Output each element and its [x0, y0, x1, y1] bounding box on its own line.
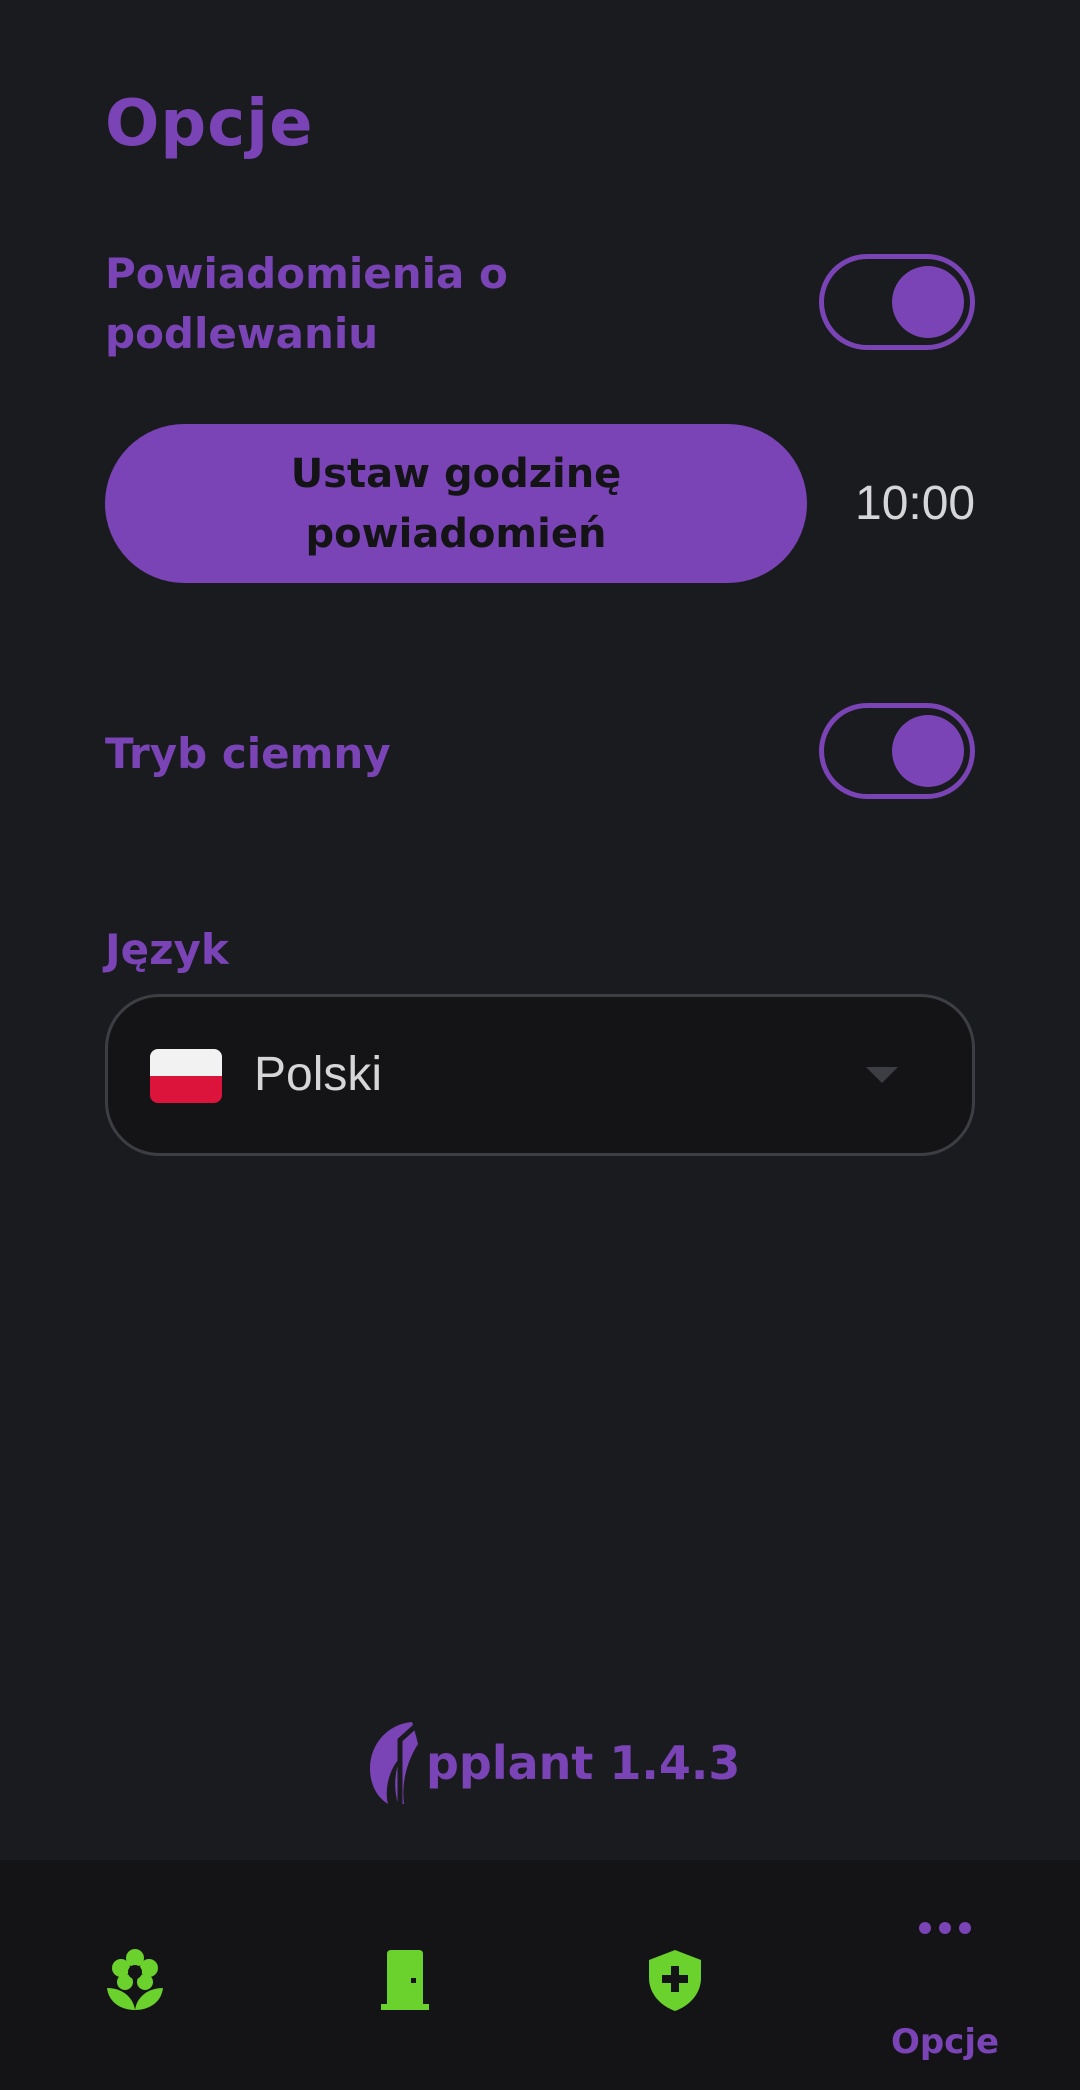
- applant-logo-icon: [370, 1720, 422, 1804]
- door-icon: [381, 1950, 429, 2010]
- nav-item-rooms[interactable]: [270, 1860, 540, 2090]
- language-selected-value: Polski: [254, 1048, 383, 1101]
- dark-mode-toggle[interactable]: [819, 703, 975, 799]
- chevron-down-icon: [866, 1067, 898, 1083]
- watering-notifications-toggle[interactable]: [819, 254, 975, 350]
- set-notification-time-label: Ustaw godzinę powiadomień: [290, 450, 622, 557]
- app-name-version: pplant 1.4.3: [426, 1736, 741, 1790]
- language-label: Język: [105, 925, 229, 974]
- dark-mode-label: Tryb ciemny: [105, 729, 391, 778]
- more-dots-icon: [919, 1922, 971, 1934]
- nav-item-plants[interactable]: [0, 1860, 270, 2090]
- bottom-navigation: Opcje: [0, 1860, 1080, 2090]
- flower-icon: [107, 1949, 163, 2010]
- nav-item-options[interactable]: Opcje: [810, 1860, 1080, 2090]
- toggle-knob: [892, 266, 964, 338]
- watering-notifications-label: Powiadomienia o podlewaniu: [105, 249, 508, 358]
- notification-time-value: 10:00: [855, 477, 976, 530]
- nav-label-options: Opcje: [890, 2022, 1000, 2062]
- page-title: Opcje: [105, 87, 314, 161]
- toggle-knob: [892, 715, 964, 787]
- poland-flag-icon: [150, 1049, 222, 1103]
- shield-plus-icon: [649, 1950, 701, 2011]
- app-version-brand: pplant 1.4.3: [366, 1718, 740, 1808]
- nav-item-health[interactable]: [540, 1860, 810, 2090]
- set-notification-time-button[interactable]: Ustaw godzinę powiadomień: [105, 424, 807, 583]
- language-dropdown[interactable]: Polski: [105, 994, 975, 1156]
